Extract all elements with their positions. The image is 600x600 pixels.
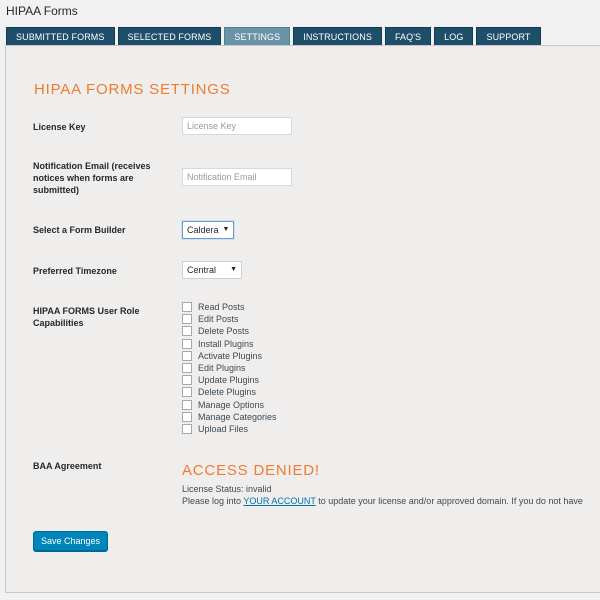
capability-label: Edit Plugins bbox=[198, 363, 246, 374]
section-title: HIPAA FORMS SETTINGS bbox=[34, 81, 231, 98]
timezone-select[interactable]: Central ▼ bbox=[182, 261, 242, 279]
access-denied-title: ACCESS DENIED! bbox=[182, 462, 320, 479]
tab-support[interactable]: SUPPORT bbox=[476, 27, 541, 45]
capability-install-plugins: Install Plugins bbox=[182, 338, 277, 350]
capability-label: Install Plugins bbox=[198, 338, 254, 349]
capability-update-plugins: Update Plugins bbox=[182, 374, 277, 386]
capabilities-list: Read Posts Edit Posts Delete Posts Insta… bbox=[182, 301, 277, 435]
account-message-suffix: to update your license and/or approved d… bbox=[315, 496, 583, 506]
capability-label: Update Plugins bbox=[198, 375, 260, 386]
checkbox[interactable] bbox=[182, 363, 192, 374]
tab-settings[interactable]: SETTINGS bbox=[224, 27, 291, 45]
capability-activate-plugins: Activate Plugins bbox=[182, 350, 277, 362]
form-builder-label: Select a Form Builder bbox=[33, 225, 126, 235]
capability-label: Delete Posts bbox=[198, 326, 250, 337]
checkbox[interactable] bbox=[182, 326, 192, 337]
tab-submitted-forms[interactable]: SUBMITTED FORMS bbox=[6, 27, 115, 45]
your-account-link[interactable]: YOUR ACCOUNT bbox=[243, 496, 315, 506]
checkbox[interactable] bbox=[182, 423, 192, 434]
capability-label: Manage Options bbox=[198, 399, 265, 410]
form-builder-value: Caldera bbox=[187, 225, 219, 235]
notification-email-label: Notification Email (receives notices whe… bbox=[33, 161, 151, 195]
tab-selected-forms[interactable]: SELECTED FORMS bbox=[117, 27, 222, 45]
checkbox[interactable] bbox=[182, 338, 192, 349]
license-key-input[interactable] bbox=[182, 117, 292, 135]
capability-manage-categories: Manage Categories bbox=[182, 411, 277, 423]
timezone-value: Central bbox=[187, 265, 217, 275]
capability-delete-posts: Delete Posts bbox=[182, 325, 277, 337]
capabilities-label: HIPAA FORMS User Role Capabilities bbox=[33, 306, 140, 328]
chevron-down-icon: ▼ bbox=[222, 226, 230, 233]
capability-label: Manage Categories bbox=[198, 411, 277, 422]
checkbox[interactable] bbox=[182, 375, 192, 386]
capability-edit-posts: Edit Posts bbox=[182, 313, 277, 325]
checkbox[interactable] bbox=[182, 411, 192, 422]
tab-log[interactable]: LOG bbox=[434, 27, 474, 45]
notification-email-input[interactable] bbox=[182, 168, 292, 186]
capability-label: Edit Posts bbox=[198, 314, 239, 325]
capability-label: Upload Files bbox=[198, 423, 249, 434]
capability-edit-plugins: Edit Plugins bbox=[182, 362, 277, 374]
capability-read-posts: Read Posts bbox=[182, 301, 277, 313]
baa-label: BAA Agreement bbox=[33, 461, 102, 471]
license-key-label: License Key bbox=[33, 122, 86, 132]
capability-delete-plugins: Delete Plugins bbox=[182, 386, 277, 398]
form-builder-select[interactable]: Caldera ▼ bbox=[182, 221, 234, 239]
capability-label: Activate Plugins bbox=[198, 350, 263, 361]
save-changes-button[interactable]: Save Changes bbox=[33, 531, 109, 551]
capability-label: Read Posts bbox=[198, 302, 245, 313]
nav-tabs: SUBMITTED FORMS SELECTED FORMS SETTINGS … bbox=[6, 27, 541, 45]
checkbox[interactable] bbox=[182, 302, 192, 313]
capability-label: Delete Plugins bbox=[198, 387, 257, 398]
capability-manage-options: Manage Options bbox=[182, 399, 277, 411]
tab-faqs[interactable]: FAQ'S bbox=[384, 27, 432, 45]
account-message: Please log into YOUR ACCOUNT to update y… bbox=[182, 496, 583, 506]
checkbox[interactable] bbox=[182, 387, 192, 398]
checkbox[interactable] bbox=[182, 314, 192, 325]
checkbox[interactable] bbox=[182, 350, 192, 361]
tab-instructions[interactable]: INSTRUCTIONS bbox=[293, 27, 382, 45]
checkbox[interactable] bbox=[182, 399, 192, 410]
timezone-label: Preferred Timezone bbox=[33, 266, 117, 276]
capability-upload-files: Upload Files bbox=[182, 423, 277, 435]
license-status-text: License Status: invalid bbox=[182, 484, 272, 494]
chevron-down-icon: ▼ bbox=[230, 266, 237, 273]
page-title: HIPAA Forms bbox=[6, 4, 78, 18]
account-message-prefix: Please log into bbox=[182, 496, 244, 506]
settings-panel: HIPAA FORMS SETTINGS License Key Notific… bbox=[5, 45, 600, 593]
